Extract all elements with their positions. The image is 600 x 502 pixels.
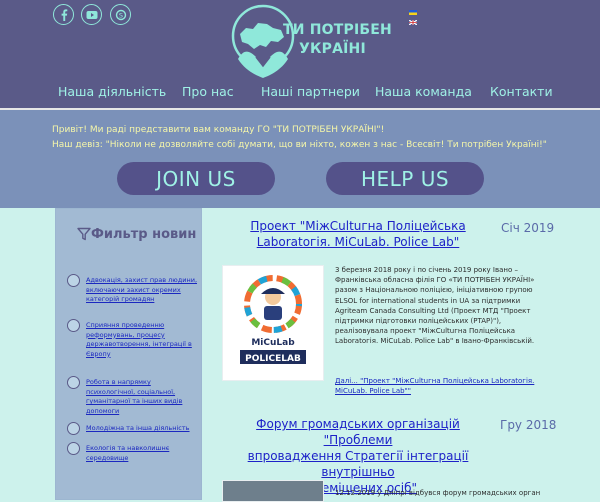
article-title-line[interactable]: Проект "МіжCultuгна Поліцейська <box>218 218 498 234</box>
greeting-line-2: Наш девіз: "Ніколи не дозволяйте собі ду… <box>52 140 547 150</box>
filter-radio[interactable] <box>67 442 80 455</box>
nav-item-activity[interactable]: Наша діяльність <box>58 84 166 99</box>
logo-title-line2: УКРАЇНІ <box>299 41 366 57</box>
image-caption-bottom: POLICELAB <box>245 354 301 364</box>
filter-title: Фильтр новин <box>91 227 197 242</box>
skype-icon[interactable]: S <box>110 4 131 25</box>
nav-item-contacts[interactable]: Контакти <box>490 84 553 99</box>
image-caption-top: MiCuLab <box>251 338 295 348</box>
filter-label[interactable]: Екологія та навколишнє середовище <box>86 444 198 463</box>
article-date: Січ 2019 <box>501 221 555 235</box>
join-us-button[interactable]: JOIN US <box>117 162 275 195</box>
filter-radio[interactable] <box>67 319 80 332</box>
read-more-line[interactable]: Далі... "Проект "МіжCultuгна Поліцейська… <box>335 376 540 386</box>
logo-title-line1: ТИ ПОТРІБЕН <box>283 22 392 38</box>
filter-label[interactable]: Молодіжна та інша діяльність <box>86 424 198 434</box>
facebook-icon[interactable] <box>53 4 74 25</box>
filter-radio[interactable] <box>67 376 80 389</box>
filter-label[interactable]: Сприяння проведенню реформувань, процесу… <box>86 321 198 359</box>
svg-text:S: S <box>118 11 122 19</box>
nav-item-team[interactable]: Наша команда <box>375 84 472 99</box>
article-date: Гру 2018 <box>500 418 557 432</box>
article-title[interactable]: Проект "МіжCultuгна Поліцейська Lаborato… <box>218 218 498 250</box>
nav-item-about[interactable]: Про нас <box>182 84 234 99</box>
filter-icon <box>77 227 91 241</box>
help-us-button[interactable]: HELP US <box>326 162 484 195</box>
read-more-link[interactable]: Далі... "Проект "МіжCultuгна Поліцейська… <box>335 376 540 396</box>
article-title-line[interactable]: впровадження Стратегії інтеграції внутрі… <box>220 448 496 480</box>
filter-radio[interactable] <box>67 274 80 287</box>
main-nav: Наша діяльність Про нас Наші партнери На… <box>0 80 600 108</box>
youtube-icon[interactable] <box>81 4 102 25</box>
article-title-line[interactable]: Lаboratoгія. MiCuLab. Police Lab" <box>218 234 498 250</box>
greeting-line-1: Привіт! Ми раді представити вам команду … <box>52 125 385 135</box>
filter-radio[interactable] <box>67 422 80 435</box>
greeting-text: Привіт! Ми раді представити вам команду … <box>52 123 547 153</box>
read-more-line[interactable]: MiCuLab. Police Lab"" <box>335 386 540 396</box>
uk-flag-icon[interactable] <box>409 20 417 25</box>
article-excerpt: 3 березня 2018 року і по січень 2019 рок… <box>335 266 535 346</box>
filter-label[interactable]: Робота в напрямку психологічної, соціаль… <box>86 378 198 416</box>
logo-title: ТИ ПОТРІБЕН УКРАЇНІ <box>283 21 403 59</box>
article-title-line[interactable]: Форум громадських організацій "Проблеми <box>220 416 496 448</box>
police-lab-logo-icon: MiCuLab POLICELAB <box>240 275 306 364</box>
article-excerpt: 12.12.2019 у Дніпрі відбувся форум грома… <box>335 489 540 497</box>
article-image[interactable] <box>222 480 324 502</box>
ukraine-flag-icon[interactable] <box>409 10 417 15</box>
article-image[interactable]: MiCuLab POLICELAB <box>222 265 324 381</box>
nav-item-partners[interactable]: Наші партнери <box>261 84 360 99</box>
filter-label[interactable]: Адвокація, захист прав людини, включаючи… <box>86 276 198 305</box>
